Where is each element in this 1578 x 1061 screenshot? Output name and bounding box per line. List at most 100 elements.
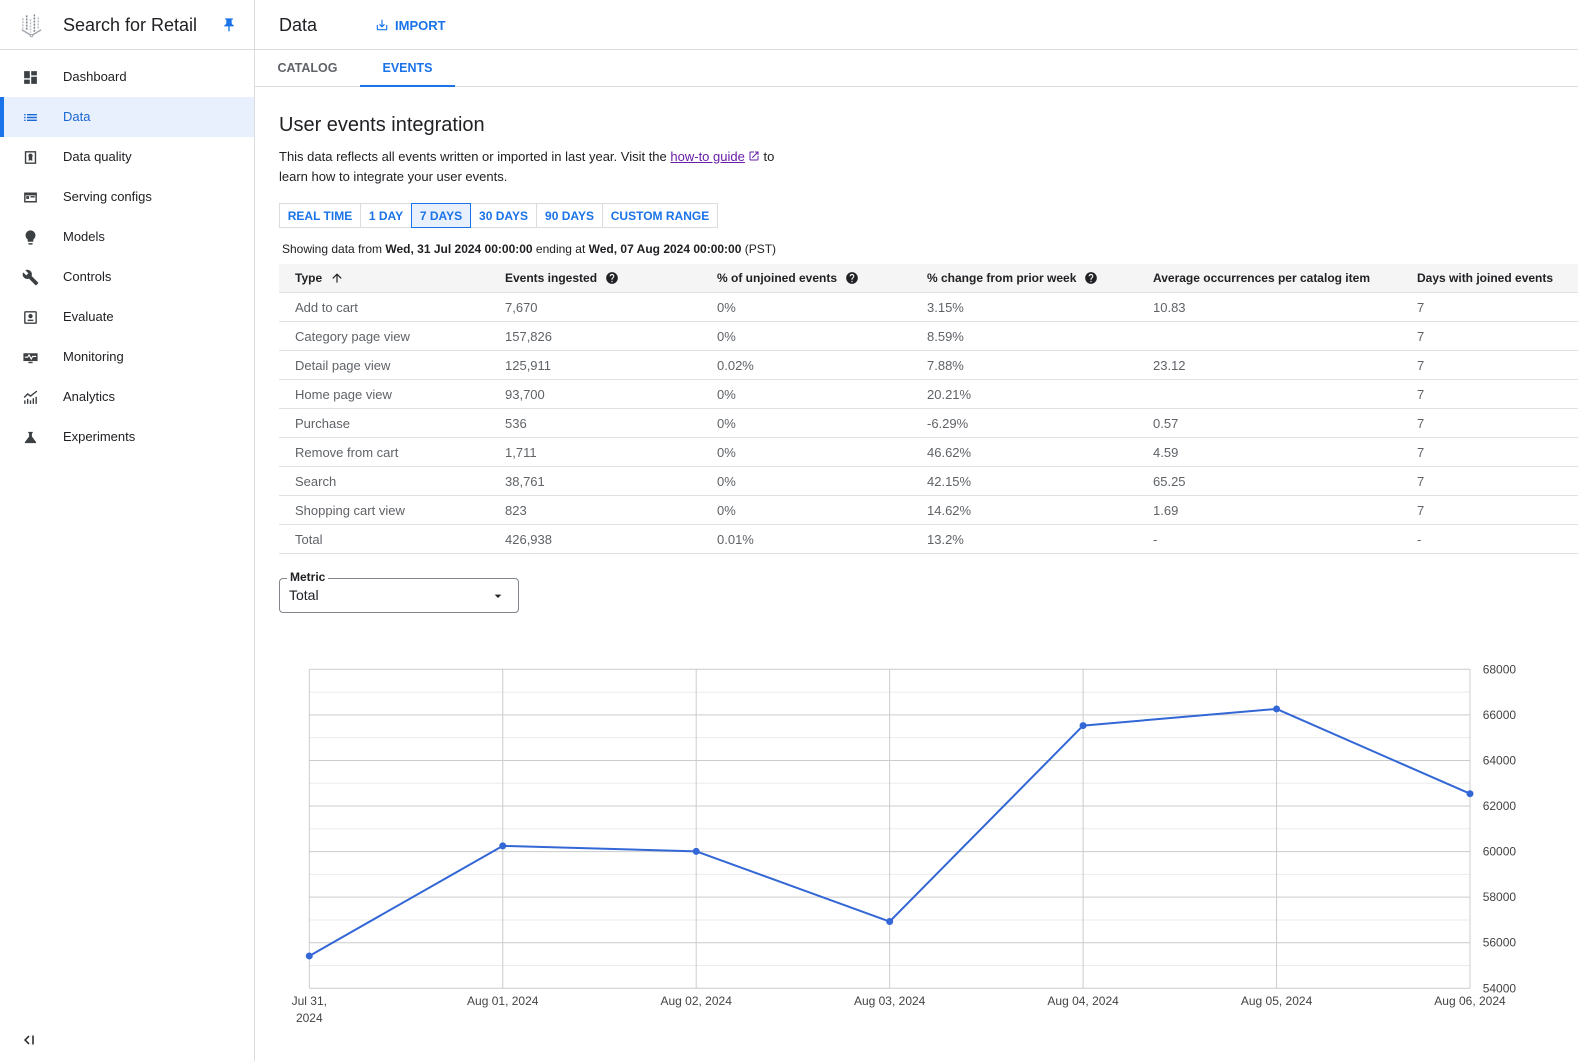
sidebar-item-data[interactable]: Data: [0, 97, 254, 137]
table-cell: -: [1417, 531, 1422, 547]
sidebar-item-label: Monitoring: [63, 349, 124, 364]
table-cell: 0.02%: [717, 357, 754, 373]
data-point[interactable]: [499, 842, 507, 850]
column-header-events-ingested[interactable]: Events ingested: [489, 264, 701, 292]
range-button-90-days[interactable]: 90 DAYS: [536, 203, 603, 228]
table-cell: Home page view: [295, 386, 392, 402]
sidebar-item-label: Analytics: [63, 389, 116, 404]
table-cell: 426,938: [505, 531, 552, 547]
range-button-1-day[interactable]: 1 DAY: [360, 203, 412, 228]
link-text: how-to guide: [670, 149, 745, 164]
table-cell: 65.25: [1153, 473, 1186, 489]
data-point[interactable]: [1466, 790, 1474, 798]
sidebar-item-experiments[interactable]: Experiments: [0, 417, 254, 457]
date-range-end: Wed, 07 Aug 2024 00:00:00: [588, 242, 742, 256]
column-header-average-occurrences-per-catalog-item[interactable]: Average occurrences per catalog item: [1137, 264, 1401, 292]
tab-bar: CATALOG EVENTS: [255, 50, 1578, 87]
date-range-start: Wed, 31 Jul 2024 00:00:00: [385, 242, 533, 256]
sidebar-item-data-quality[interactable]: Data quality: [0, 137, 254, 177]
data-point[interactable]: [1079, 722, 1087, 730]
sidebar-item-models[interactable]: Models: [0, 217, 254, 257]
table-cell: 23.12: [1153, 357, 1186, 373]
column-header-days-with-joined-events[interactable]: Days with joined events: [1401, 264, 1578, 292]
how-to-guide-link[interactable]: how-to guide: [670, 149, 744, 164]
table-row: Shopping cart view 823 0% 14.62% 1.69 7: [279, 496, 1578, 525]
sidebar-item-label: Controls: [63, 269, 112, 284]
table-cell: [1137, 380, 1401, 408]
table-cell: 7: [1417, 502, 1425, 518]
metric-select-value: Total: [289, 587, 319, 603]
import-icon: [376, 19, 388, 31]
table-cell: 7: [1417, 415, 1425, 431]
sidebar-nav: Dashboard Data Data quality Serving configs…: [0, 57, 254, 457]
column-header-pct-change-from-prior-week[interactable]: % change from prior week: [911, 264, 1137, 292]
x-tick-label: Aug 04, 2024: [1047, 994, 1119, 1008]
sidebar-item-analytics[interactable]: Analytics: [0, 377, 254, 417]
metric-select[interactable]: Metric Total: [279, 570, 519, 613]
monitoring-icon: [23, 352, 38, 363]
x-tick-label-line: Jul 31,: [292, 994, 327, 1008]
lightbulb-icon: [25, 229, 36, 245]
sidebar-item-evaluate[interactable]: Evaluate: [0, 297, 254, 337]
page-title: Data: [279, 15, 318, 35]
sidebar-item-controls[interactable]: Controls: [0, 257, 254, 297]
data-point[interactable]: [1273, 705, 1281, 713]
table-cell: 1,711: [505, 444, 537, 460]
data-quality-icon: [24, 150, 37, 164]
table-cell: 0%: [717, 386, 736, 402]
x-tick-label: Aug 05, 2024: [1241, 994, 1313, 1008]
tab-catalog[interactable]: CATALOG: [255, 50, 360, 86]
data-point[interactable]: [886, 918, 894, 926]
sidebar-item-dashboard[interactable]: Dashboard: [0, 57, 254, 97]
table-cell: 7: [1417, 444, 1425, 460]
column-header-label: Type: [295, 271, 323, 285]
sidebar-item-label: Evaluate: [63, 309, 114, 324]
range-button-30-days[interactable]: 30 DAYS: [470, 203, 537, 228]
page-header: Data IMPORT: [255, 0, 1578, 50]
table-cell: 10.83: [1153, 299, 1186, 315]
import-button[interactable]: IMPORT: [375, 15, 446, 35]
table-cell: 0%: [717, 299, 736, 315]
help-icon[interactable]: [1084, 271, 1098, 285]
table-row: Category page view 157,826 0% 8.59% 7: [279, 322, 1578, 351]
date-range-prefix: Showing data from: [282, 242, 386, 256]
x-tick-label: Jul 31, 2024: [292, 994, 327, 1025]
sidebar-item-monitoring[interactable]: Monitoring: [0, 337, 254, 377]
range-button-custom-range[interactable]: CUSTOM RANGE: [602, 203, 718, 228]
help-icon[interactable]: [845, 271, 859, 285]
y-tick-label: 60000: [1483, 845, 1517, 859]
table-cell: 46.62%: [927, 444, 972, 460]
range-button-real-time[interactable]: REAL TIME: [279, 203, 361, 228]
y-tick-label: 68000: [1483, 662, 1517, 676]
section-description: This data reflects all events written or…: [279, 147, 784, 187]
dropdown-arrow-icon: [494, 594, 502, 598]
table-row: Purchase 536 0% -6.29% 0.57 7: [279, 409, 1578, 438]
help-icon[interactable]: [605, 271, 619, 285]
table-cell: -6.29%: [927, 415, 969, 431]
table-cell: 125,911: [505, 357, 552, 373]
collapse-sidebar-icon[interactable]: [21, 1031, 39, 1049]
range-button-7-days[interactable]: 7 DAYS: [411, 203, 471, 228]
table-cell: Total: [295, 531, 323, 547]
sidebar-item-serving-configs[interactable]: Serving configs: [0, 177, 254, 217]
table-cell: -: [1153, 531, 1158, 547]
tab-events[interactable]: EVENTS: [360, 50, 455, 87]
sidebar-item-label: Data quality: [63, 149, 132, 164]
sidebar-item-label: Dashboard: [63, 69, 127, 84]
flask-icon: [24, 431, 37, 443]
table-cell: 38,761: [505, 473, 545, 489]
table-cell: 0%: [717, 502, 736, 518]
events-line-chart: 5400056000580006000062000640006600068000…: [292, 662, 1517, 1025]
data-point[interactable]: [692, 847, 700, 855]
column-header-pct-of-unjoined-events[interactable]: % of unjoined events: [701, 264, 911, 292]
sort-ascending-icon[interactable]: [330, 271, 344, 285]
description-prefix: This data reflects all events written or…: [279, 149, 671, 164]
pin-icon[interactable]: [221, 17, 237, 33]
table-cell: Search: [295, 473, 337, 489]
table-cell: 0.57: [1153, 415, 1179, 431]
data-point[interactable]: [305, 952, 313, 960]
table-total-row: Total 426,938 0.01% 13.2% - -: [279, 525, 1578, 554]
date-range-timezone: (PST): [741, 242, 777, 256]
table-cell: 7: [1417, 386, 1425, 402]
column-header-type[interactable]: Type: [279, 264, 489, 292]
